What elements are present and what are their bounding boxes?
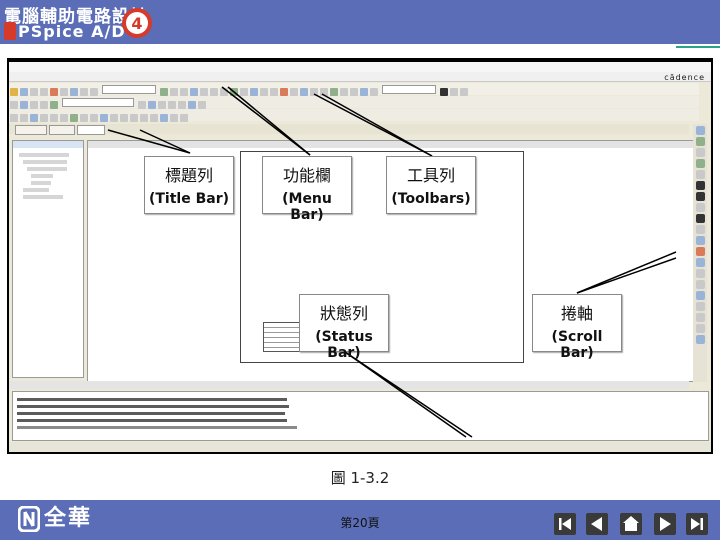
callout-toolbars-zh: 工具列 <box>406 166 455 185</box>
home-icon <box>623 516 639 531</box>
callout-title-bar-zh: 標題列 <box>164 166 213 185</box>
book-subtitle: PSpice A/D <box>18 22 126 41</box>
callout-status-bar-en: (Status Bar) <box>315 329 373 361</box>
tab-start-page <box>15 125 47 135</box>
callout-scroll-bar-zh: 捲軸 <box>560 304 593 323</box>
slide-header: 電腦輔助電路設計 PSpice A/D 4 <box>0 0 720 44</box>
last-page-icon <box>691 518 703 530</box>
callout-title-bar: 標題列 (Title Bar) <box>144 156 234 214</box>
callout-status-bar: 狀態列 (Status Bar) <box>299 294 389 361</box>
edition-badge-icon: 4 <box>122 8 152 38</box>
callout-scroll-bar: 捲軸 (Scroll Bar) <box>532 294 622 361</box>
callout-menu-bar-en: (Menu Bar) <box>282 191 332 223</box>
first-page-icon <box>559 518 571 530</box>
callout-menu-bar: 功能欄 (Menu Bar) <box>262 156 352 223</box>
callout-scroll-bar-en: (Scroll Bar) <box>551 329 603 361</box>
tool-palette <box>693 124 707 382</box>
app-menu-bar <box>9 72 711 82</box>
callout-menu-bar-zh: 功能欄 <box>282 166 331 185</box>
toolbar-row-2 <box>9 96 699 109</box>
session-log-panel <box>12 391 709 441</box>
edition-mark <box>4 22 16 40</box>
app-status-bar <box>9 442 711 452</box>
project-manager-panel <box>12 140 84 378</box>
software-screenshot: cādence <box>7 58 713 454</box>
next-page-button[interactable] <box>654 513 676 535</box>
tab-schematic <box>77 125 105 135</box>
callout-toolbars: 工具列 (Toolbars) <box>386 156 476 214</box>
previous-page-icon <box>591 517 602 531</box>
previous-page-button[interactable] <box>586 513 608 535</box>
app-title-bar <box>9 62 711 72</box>
page-number: 第20頁 <box>340 516 380 530</box>
svg-text:4: 4 <box>131 14 142 33</box>
capture-window: cādence <box>9 62 711 452</box>
book-subtitle-row: PSpice A/D <box>4 22 126 42</box>
home-button[interactable] <box>620 513 642 535</box>
figure-caption: 圖 1-3.2 <box>330 469 390 487</box>
slide-footer: 全華 第20頁 <box>0 500 720 540</box>
callout-toolbars-en: (Toolbars) <box>391 191 471 207</box>
toolbar-row-3 <box>9 109 699 122</box>
project-manager-title <box>13 141 83 148</box>
cadence-logo: cādence <box>664 73 705 82</box>
toolbar-row-1 <box>9 83 699 96</box>
tab-project <box>49 125 75 135</box>
schematic-title-bar <box>88 141 693 148</box>
header-accent-line <box>676 46 720 48</box>
first-page-button[interactable] <box>554 513 576 535</box>
callout-title-bar-en: (Title Bar) <box>148 191 230 207</box>
document-tabs <box>9 124 689 135</box>
callout-status-bar-zh: 狀態列 <box>319 304 368 323</box>
next-page-icon <box>660 517 671 531</box>
last-page-button[interactable] <box>686 513 708 535</box>
horizontal-scrollbar <box>9 381 689 389</box>
